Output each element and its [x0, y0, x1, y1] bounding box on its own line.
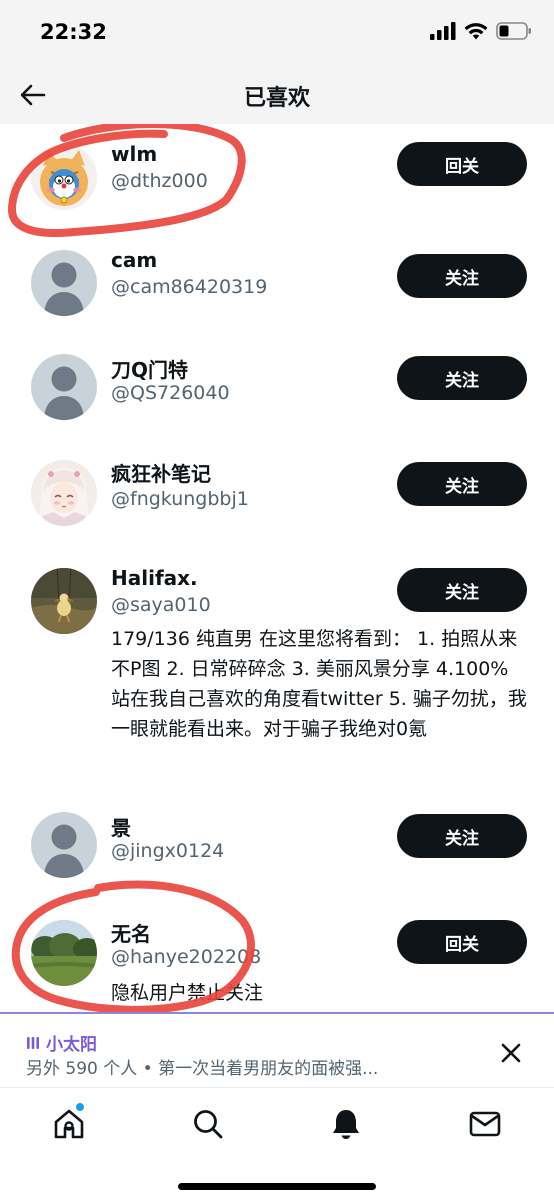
cellular-signal-icon [430, 22, 456, 40]
mail-icon [469, 1111, 501, 1137]
user-handle: @fngkungbbj1 [111, 488, 249, 510]
user-name[interactable]: 疯狂补笔记 [111, 458, 211, 487]
follow-button[interactable]: 关注 [397, 814, 527, 858]
wifi-icon [464, 23, 488, 40]
tab-home[interactable] [49, 1104, 89, 1144]
user-handle: @QS726040 [111, 382, 230, 404]
home-indicator [178, 1183, 376, 1190]
follow-back-button[interactable]: 回关 [397, 920, 527, 964]
battery-icon [496, 22, 531, 40]
tab-messages[interactable] [465, 1104, 505, 1144]
user-row[interactable]: wlm @dthz000 回关 [0, 124, 554, 230]
avatar[interactable] [31, 250, 97, 316]
audio-bars-icon [27, 1036, 39, 1049]
user-bio: 隐私用户禁止关注 [111, 982, 264, 1004]
user-row[interactable]: 刀Q门特 @QS726040 关注 [0, 336, 554, 442]
user-name[interactable]: 刀Q门特 [111, 354, 188, 383]
status-time: 22:32 [40, 20, 107, 44]
user-row[interactable]: 疯狂补笔记 @fngkungbbj1 关注 [0, 442, 554, 548]
follow-button[interactable]: 关注 [397, 254, 527, 298]
avatar[interactable] [31, 354, 97, 420]
user-name[interactable]: wlm [111, 142, 157, 166]
user-bio: 179/136 纯直男 在这里您将看到： 1. 拍照从来不P图 2. 日常碎碎念… [111, 628, 527, 740]
user-name[interactable]: 景 [111, 812, 131, 841]
close-button[interactable] [494, 1036, 528, 1070]
user-handle: @cam86420319 [111, 276, 268, 298]
status-bar: 22:32 [0, 0, 554, 64]
user-name[interactable]: 无名 [111, 918, 151, 947]
close-icon [501, 1043, 521, 1063]
user-row[interactable]: cam @cam86420319 关注 [0, 230, 554, 336]
user-row[interactable]: Halifax. @saya010 关注 179/136 纯直男 在这里您将看到… [0, 548, 554, 802]
user-name[interactable]: Halifax. [111, 566, 198, 590]
search-icon [194, 1110, 223, 1139]
header-area: 22:32 已喜欢 [0, 0, 554, 124]
notification-title-row: 小太阳 [26, 1030, 97, 1055]
user-handle: @jingx0124 [111, 840, 225, 862]
avatar[interactable] [31, 460, 97, 526]
liked-users-list: wlm @dthz000 回关 cam @cam86420319 关注 刀Q门特… [0, 124, 554, 1012]
home-icon [54, 1109, 84, 1139]
avatar[interactable] [31, 920, 97, 986]
status-icons [430, 22, 532, 40]
follow-button[interactable]: 关注 [397, 356, 527, 400]
follow-button[interactable]: 关注 [397, 568, 527, 612]
page-title: 已喜欢 [243, 86, 310, 111]
avatar[interactable] [31, 568, 97, 634]
notification-title: 小太阳 [46, 1035, 97, 1055]
follow-button[interactable]: 关注 [397, 462, 527, 506]
user-row[interactable]: 景 @jingx0124 关注 [0, 802, 554, 908]
unread-dot [76, 1103, 84, 1111]
user-name[interactable]: cam [111, 248, 157, 272]
user-row[interactable]: 无名 @hanye202208 回关 隐私用户禁止关注 [0, 908, 554, 1012]
bottom-tab-bar [0, 1087, 554, 1201]
avatar[interactable] [31, 144, 97, 210]
tab-notifications[interactable] [326, 1104, 366, 1144]
tab-search[interactable] [188, 1104, 228, 1144]
user-handle: @hanye202208 [111, 946, 262, 968]
user-handle: @saya010 [111, 594, 211, 616]
avatar[interactable] [31, 812, 97, 878]
user-handle: @dthz000 [111, 170, 208, 192]
notification-banner[interactable]: 小太阳 另外 590 个人 • 第一次当着男朋友的面被强... [0, 1014, 554, 1086]
follow-back-button[interactable]: 回关 [397, 142, 527, 186]
notification-text: 另外 590 个人 • 第一次当着男朋友的面被强... [26, 1059, 379, 1079]
nav-bar: 已喜欢 [0, 64, 554, 124]
bell-icon [333, 1110, 359, 1139]
